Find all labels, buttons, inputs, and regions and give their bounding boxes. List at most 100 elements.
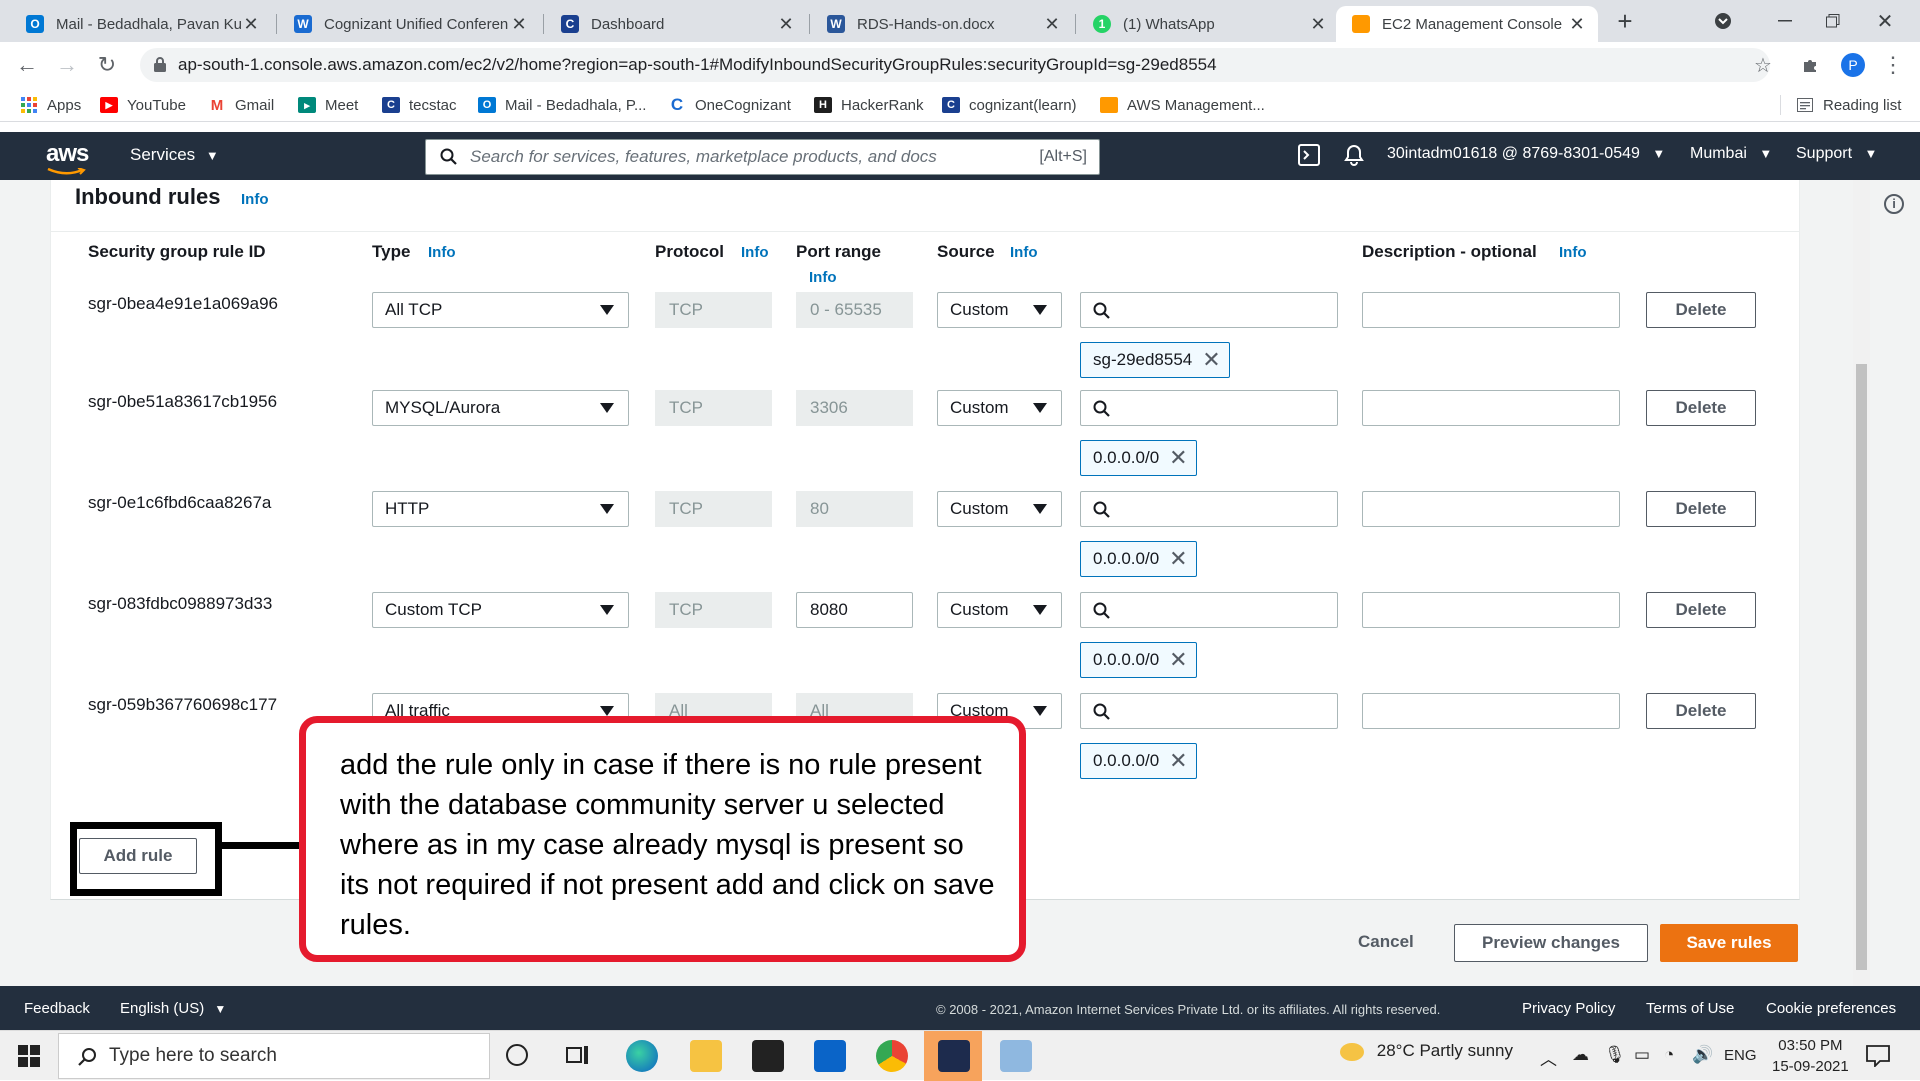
- type-select[interactable]: All TCP: [372, 292, 629, 328]
- tab-dashboard[interactable]: C Dashboard ✕: [545, 6, 807, 42]
- snipping-tool-icon[interactable]: [1000, 1040, 1032, 1072]
- region-menu[interactable]: Mumbai ▼: [1690, 145, 1772, 163]
- info-panel-icon[interactable]: i: [1884, 194, 1904, 214]
- bookmark-cognizant-learn[interactable]: C cognizant(learn): [942, 95, 1077, 115]
- terms-of-use-link[interactable]: Terms of Use: [1646, 1000, 1734, 1017]
- bookmark-star-icon[interactable]: ☆: [1748, 50, 1778, 80]
- bookmark-mail[interactable]: O Mail - Bedadhala, P...: [478, 95, 646, 115]
- feedback-link[interactable]: Feedback: [24, 1000, 90, 1017]
- tab-conference[interactable]: W Cognizant Unified Conferen ✕: [278, 6, 540, 42]
- type-select[interactable]: HTTP: [372, 491, 629, 527]
- bookmark-tecstac[interactable]: C tecstac: [382, 95, 457, 115]
- mail-icon[interactable]: [814, 1040, 846, 1072]
- task-view-icon[interactable]: [566, 1044, 590, 1066]
- url-input[interactable]: ap-south-1.console.aws.amazon.com/ec2/v2…: [140, 48, 1770, 82]
- taskbar-search-input[interactable]: Type here to search: [58, 1033, 490, 1079]
- delete-rule-button[interactable]: Delete: [1646, 592, 1756, 628]
- language-indicator[interactable]: ENG: [1724, 1047, 1757, 1064]
- file-explorer-icon[interactable]: [690, 1040, 722, 1072]
- close-tab-icon[interactable]: ✕: [777, 14, 795, 35]
- delete-rule-button[interactable]: Delete: [1646, 491, 1756, 527]
- tab-mail[interactable]: O Mail - Bedadhala, Pavan Ku ✕: [10, 6, 272, 42]
- source-select[interactable]: Custom: [937, 491, 1062, 527]
- source-select[interactable]: Custom: [937, 592, 1062, 628]
- tab-search-icon[interactable]: [1700, 6, 1746, 36]
- close-tab-icon[interactable]: ✕: [1568, 14, 1586, 35]
- info-link[interactable]: Info: [241, 191, 269, 208]
- info-link[interactable]: Info: [809, 269, 837, 286]
- description-input[interactable]: [1362, 491, 1620, 527]
- scrollbar-track[interactable]: [1853, 180, 1870, 986]
- source-search-input[interactable]: [1080, 491, 1338, 527]
- type-select[interactable]: MYSQL/Aurora: [372, 390, 629, 426]
- bookmark-youtube[interactable]: ▶ YouTube: [100, 95, 186, 115]
- webex-app-icon[interactable]: [938, 1040, 970, 1072]
- tab-ec2-console[interactable]: EC2 Management Console ✕: [1336, 6, 1598, 42]
- port-range-field[interactable]: 8080: [796, 592, 913, 628]
- remove-token-icon[interactable]: ✕: [1169, 447, 1187, 469]
- forward-icon[interactable]: →: [52, 50, 82, 80]
- chrome-icon[interactable]: [876, 1040, 908, 1072]
- description-input[interactable]: [1362, 592, 1620, 628]
- cookie-preferences-link[interactable]: Cookie preferences: [1766, 1000, 1896, 1017]
- tray-chevron-icon[interactable]: ︿: [1540, 1045, 1557, 1070]
- notification-center-icon[interactable]: [1866, 1045, 1890, 1067]
- description-input[interactable]: [1362, 693, 1620, 729]
- close-tab-icon[interactable]: ✕: [1309, 14, 1327, 35]
- description-input[interactable]: [1362, 390, 1620, 426]
- remove-token-icon[interactable]: ✕: [1169, 649, 1187, 671]
- language-selector[interactable]: English (US) ▼: [120, 1000, 226, 1017]
- close-tab-icon[interactable]: ✕: [510, 14, 528, 35]
- source-search-input[interactable]: [1080, 292, 1338, 328]
- support-menu[interactable]: Support ▼: [1796, 145, 1877, 163]
- account-menu[interactable]: 30intadm01618 @ 8769-8301-0549 ▼: [1387, 145, 1665, 163]
- info-link[interactable]: Info: [428, 244, 456, 261]
- close-tab-icon[interactable]: ✕: [242, 14, 260, 35]
- onedrive-icon[interactable]: ☁: [1572, 1045, 1589, 1065]
- delete-rule-button[interactable]: Delete: [1646, 693, 1756, 729]
- bookmark-gmail[interactable]: M Gmail: [208, 95, 274, 115]
- info-link[interactable]: Info: [1559, 244, 1587, 261]
- minimize-icon[interactable]: [1762, 6, 1808, 36]
- store-icon[interactable]: [752, 1040, 784, 1072]
- battery-icon[interactable]: ▭: [1634, 1045, 1650, 1065]
- scrollbar-thumb[interactable]: [1856, 364, 1867, 970]
- cortana-icon[interactable]: [506, 1044, 528, 1066]
- description-input[interactable]: [1362, 292, 1620, 328]
- weather-widget[interactable]: 28°C Partly sunny: [1340, 1041, 1513, 1061]
- cloudshell-icon[interactable]: [1298, 144, 1320, 166]
- cancel-button[interactable]: Cancel: [1358, 932, 1414, 952]
- bookmark-meet[interactable]: ▸ Meet: [298, 95, 358, 115]
- chrome-menu-icon[interactable]: ⋮: [1878, 50, 1908, 80]
- aws-logo[interactable]: aws: [46, 140, 89, 168]
- notifications-bell-icon[interactable]: [1344, 144, 1364, 166]
- extensions-icon[interactable]: [1796, 50, 1826, 80]
- back-icon[interactable]: ←: [12, 50, 42, 80]
- source-search-input[interactable]: [1080, 693, 1338, 729]
- restore-icon[interactable]: [1810, 6, 1856, 36]
- tab-docx[interactable]: W RDS-Hands-on.docx ✕: [811, 6, 1073, 42]
- source-select[interactable]: Custom: [937, 390, 1062, 426]
- privacy-policy-link[interactable]: Privacy Policy: [1522, 1000, 1615, 1017]
- services-menu[interactable]: Services ▼: [130, 145, 219, 165]
- edge-icon[interactable]: [626, 1040, 658, 1072]
- reload-icon[interactable]: ↻: [92, 50, 122, 80]
- bookmark-apps[interactable]: Apps: [20, 95, 81, 115]
- source-search-input[interactable]: [1080, 390, 1338, 426]
- remove-token-icon[interactable]: ✕: [1202, 349, 1220, 371]
- close-window-icon[interactable]: ✕: [1862, 6, 1908, 36]
- profile-avatar[interactable]: P: [1838, 50, 1868, 80]
- info-link[interactable]: Info: [741, 244, 769, 261]
- close-tab-icon[interactable]: ✕: [1043, 14, 1061, 35]
- save-rules-button[interactable]: Save rules: [1660, 924, 1798, 962]
- remove-token-icon[interactable]: ✕: [1169, 750, 1187, 772]
- network-icon[interactable]: ◔: [1664, 1045, 1674, 1065]
- bookmark-hackerrank[interactable]: H HackerRank: [814, 95, 924, 115]
- delete-rule-button[interactable]: Delete: [1646, 292, 1756, 328]
- volume-icon[interactable]: 🔊: [1692, 1045, 1713, 1065]
- clock[interactable]: 03:50 PM 15-09-2021: [1772, 1035, 1849, 1077]
- microphone-icon[interactable]: 🎙: [1604, 1045, 1626, 1065]
- bookmark-aws[interactable]: AWS Management...: [1100, 95, 1265, 115]
- aws-search-input[interactable]: Search for services, features, marketpla…: [425, 139, 1100, 175]
- info-link[interactable]: Info: [1010, 244, 1038, 261]
